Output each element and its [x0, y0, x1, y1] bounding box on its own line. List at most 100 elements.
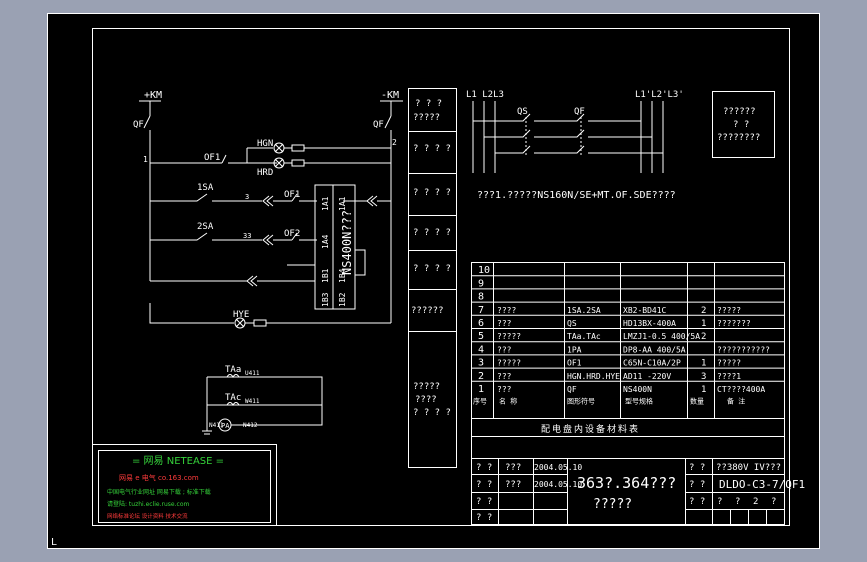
mid-column: ? ? ? ????? ? ? ? ? ? ? ? ? ? ? ? ? ? ? … [408, 88, 457, 468]
term-1b3: 1B3 [321, 292, 330, 307]
bom-cell-no: 8 [478, 292, 484, 303]
hye-resistor [253, 319, 267, 327]
bom-cell-model: XB2-BD41C [623, 306, 667, 315]
pa-label: PA [221, 422, 230, 430]
sa2-label: 2SA [197, 222, 214, 232]
tb-right3-d: ? [771, 497, 776, 507]
breaker-loop [355, 249, 366, 276]
bom-cell-qty: 1 [701, 385, 706, 395]
mid-cell-1a: ? ? ? [415, 99, 442, 109]
bom-cell-code: QF [567, 385, 577, 394]
mid-cell-6: ?????? [411, 306, 444, 316]
bom-cell-no: 9 [478, 278, 484, 289]
tb-r2-a: ? ? [476, 480, 492, 490]
qf-left-contact [143, 115, 151, 155]
netease-title: = 网易 NETEASE = [132, 455, 224, 467]
bom-cell-qty: 1 [701, 319, 706, 329]
tb-project-code: 363?.364??? [577, 474, 676, 492]
bom-cell-model: LMZJ1-0.5 400/5A [623, 332, 700, 341]
note-line-2: ? ? [733, 120, 749, 130]
bom-cell-no: 6 [478, 318, 484, 329]
tb-right-c: ? ? [689, 497, 705, 507]
sa1-return [343, 195, 391, 207]
tb-project-name: ????? [593, 497, 632, 512]
bom-cell-no: 7 [478, 305, 484, 316]
mid-cell-7a: ????? [413, 382, 440, 392]
qs-label: QS [517, 107, 528, 117]
bom-cell-code: 1SA.2SA [567, 306, 601, 315]
sa2-contact [150, 232, 235, 241]
bom-cell-model: NS400N [623, 385, 652, 394]
tb-r1-a: ? ? [476, 463, 492, 473]
hgn-lamp-cross [274, 143, 284, 153]
tb-r2-date: 2004.05.10 [534, 480, 582, 489]
l-out-label: L1'L2'L3' [635, 90, 684, 100]
tb-right3-a: ? [717, 497, 722, 507]
ground-symbol [202, 430, 212, 435]
return-wire [150, 275, 315, 287]
netease-box: = 网易 NETEASE = 网易 e 电气 co.163.com 中国电气行业… [92, 444, 277, 526]
mid-cell-3: ? ? ? ? [413, 188, 451, 198]
taa-label: TAa [225, 365, 241, 375]
term-1a1: 1A1 [321, 196, 330, 211]
hgn-label: HGN [257, 139, 273, 149]
tb-r1-b: ??? [505, 463, 521, 473]
bom-cell-code: OF1 [567, 359, 582, 368]
term-1b2: 1B2 [338, 292, 347, 307]
bom-cell-no: 4 [478, 344, 484, 355]
term-1b1: 1B1 [321, 268, 330, 283]
bom-cell-no: 1 [478, 384, 484, 395]
qf-3ph-label: QF [574, 107, 585, 117]
tb-right-b: ? ? [689, 480, 705, 490]
mid-cell-5: ? ? ? ? [413, 264, 451, 274]
bom-cell-name: ????? [497, 359, 521, 368]
tb-r3-a: ? ? [476, 497, 492, 507]
bom-cell-code: HGN.HRD.HYE [567, 372, 620, 381]
qf-left-label: QF [133, 120, 144, 130]
bom-cell-model: DP8-AA 400/5A [623, 345, 686, 354]
tb-right-a: ? ? [689, 463, 705, 473]
three-phase-diagram: L1 L2L3 L1'L2'L3' QS QF ???1.?????NS160N… [466, 90, 684, 201]
bom-cell-name: ??? [497, 372, 512, 381]
bom-cell-model: HD13BX-400A [623, 319, 676, 328]
bom-cell-qty: 3 [701, 372, 706, 382]
bom-cell-no: 3 [478, 358, 484, 369]
tb-right3-c: 2 [753, 497, 758, 507]
bom-header-cell: 备 注 [727, 397, 745, 406]
bom-cell-remark: ??????????? [717, 345, 770, 354]
tb-drawing-no: DLDO-C3-7/QF1 [719, 478, 805, 491]
term-1b4: 1B4 [338, 268, 347, 283]
sa1-label: 1SA [197, 183, 214, 193]
mid-cell-7c: ? ? ? ? [413, 408, 451, 418]
bom-cell-remark: ????? [717, 306, 741, 315]
hye-lamp-cross [235, 318, 245, 328]
tb-r2-b: ??? [505, 480, 521, 490]
of2-label: OF2 [284, 229, 300, 239]
hgn-resistor [291, 144, 305, 152]
right-bus [384, 115, 392, 323]
mid-cell-4: ? ? ? ? [413, 228, 451, 238]
of-contact [221, 154, 277, 164]
tb-r1-date: 2004.05.10 [534, 463, 582, 472]
km-plus-label: +KM [144, 90, 162, 101]
bom-cell-no: 5 [478, 331, 484, 342]
note-box: ?????? ? ? ???????? [712, 91, 775, 158]
bom-cell-no: 10 [478, 265, 490, 276]
hrd-resistor [291, 159, 305, 167]
bom-cell-remark: ????1 [717, 372, 741, 381]
title-block: ? ? ??? 2004.05.10 ? ? ??? 2004.05.10 ? … [471, 458, 805, 525]
bom-title: 配电盘内设备材料表 [541, 423, 640, 435]
term-1a1-r: 1A1 [338, 196, 347, 211]
breaker-feed [287, 264, 316, 281]
tac-label: TAc [225, 393, 241, 403]
note-line-1: ?????? [723, 107, 756, 117]
km-minus-label: -KM [381, 90, 399, 101]
w411-label: W411 [245, 398, 260, 405]
bom-header-cell: 图形符号 [567, 397, 595, 406]
tb-r4-a: ? ? [476, 513, 492, 523]
breaker-note: ???1.?????NS160N/SE+MT.OF.SDE???? [477, 190, 676, 201]
netease-line2: 网易 e 电气 co.163.com [119, 473, 199, 482]
bom-header-cell: 型号规格 [625, 397, 653, 406]
bom-header-cell: 序号 [473, 397, 487, 406]
bom-cell-model: AD11 -220V [623, 372, 671, 381]
